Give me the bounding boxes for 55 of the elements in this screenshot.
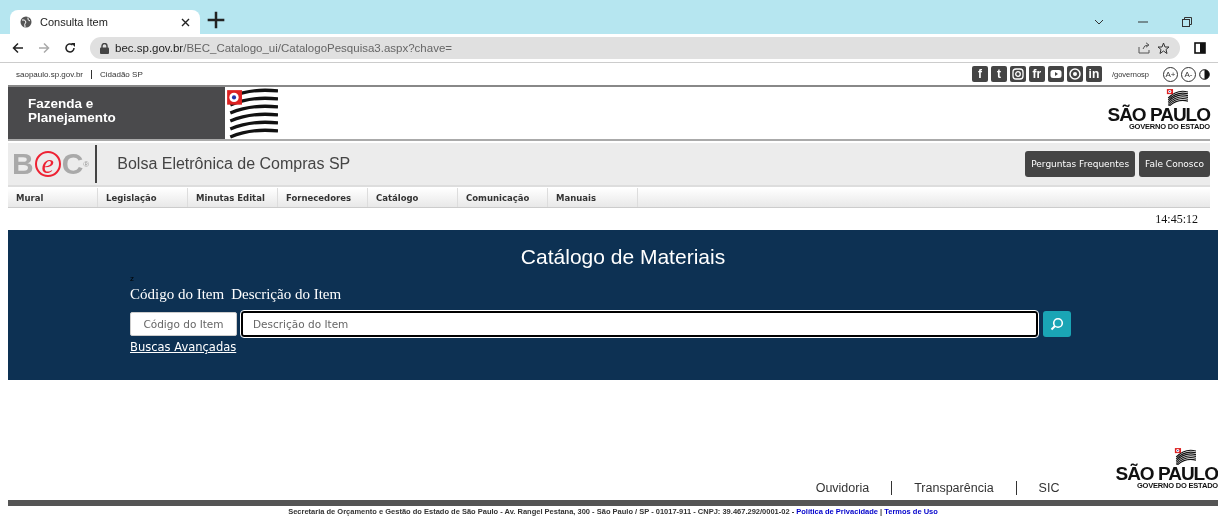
advanced-search-link[interactable]: Buscas Avançadas	[130, 340, 237, 354]
footer-link[interactable]: SIC	[1015, 481, 1082, 495]
header-title: Fazenda e	[28, 97, 95, 111]
menu-item[interactable]: Mural	[8, 188, 98, 207]
star-icon[interactable]	[1157, 41, 1170, 55]
field-label: Descrição do Item	[231, 286, 342, 304]
side-panel-icon[interactable]	[1194, 42, 1206, 54]
reload-icon[interactable]	[64, 42, 76, 54]
panel-title: Catálogo de Materiais	[519, 244, 727, 270]
top-link[interactable]: Cidadão SP	[91, 69, 151, 79]
description-input-field[interactable]: Descrição do Item	[241, 311, 1038, 337]
flag-icon	[1174, 447, 1196, 465]
contrast-icon[interactable]	[1199, 68, 1210, 80]
globe-icon	[20, 16, 32, 28]
instagram-icon[interactable]	[1009, 66, 1026, 82]
field-label: Código do Item	[130, 286, 225, 304]
clock: 14:45:12	[1155, 211, 1198, 227]
menu-item[interactable]: Fornecedores	[278, 188, 368, 207]
social-icon[interactable]: f	[971, 66, 988, 82]
social-icon[interactable]: in	[1085, 66, 1102, 82]
flag-drawing	[225, 87, 278, 139]
header-button[interactable]: Perguntas Frequentes	[1025, 151, 1136, 177]
back-icon[interactable]	[12, 42, 24, 54]
logo-letter: B	[12, 148, 34, 180]
social-icon[interactable]: fr	[1028, 66, 1045, 82]
menu-item[interactable]: Comunicação	[458, 188, 548, 207]
registered-mark: ®	[83, 159, 90, 169]
browser-tab[interactable]: Consulta Item	[10, 10, 200, 34]
site-title: Bolsa Eletrônica de Compras SP	[117, 155, 351, 173]
address-bar[interactable]: bec.sp.gov.br/BEC_Catalogo_ui/CatalogoPesquisa3.aspx?chave=	[90, 37, 1180, 59]
target-icon[interactable]	[1066, 66, 1083, 82]
stray-mark: z	[130, 274, 134, 283]
search-icon	[1050, 317, 1064, 331]
header-title: Planejamento	[28, 111, 117, 125]
logo-letter: e	[34, 151, 61, 177]
chevron-down-icon[interactable]	[1094, 19, 1104, 25]
flag-icon	[1166, 88, 1188, 106]
social-icon[interactable]: t	[990, 66, 1007, 82]
share-icon[interactable]	[1138, 42, 1151, 54]
top-link[interactable]: saopaulo.sp.gov.br	[8, 69, 91, 79]
menu-item[interactable]: Minutas Edital	[188, 188, 278, 207]
restore-icon[interactable]	[1182, 17, 1192, 27]
menu-item[interactable]: Manuais	[548, 188, 638, 207]
logo-letter: C	[61, 148, 84, 180]
new-tab-icon[interactable]	[206, 10, 226, 30]
close-icon[interactable]	[181, 17, 190, 27]
search-button[interactable]	[1043, 311, 1071, 337]
code-input-field[interactable]: Código do Item	[130, 312, 237, 336]
menu-item[interactable]: Legislação	[98, 188, 188, 207]
footer-link[interactable]: Ouvidoria	[793, 481, 892, 495]
play-icon[interactable]	[1047, 66, 1064, 82]
footer-link[interactable]: Transparência	[891, 481, 1016, 495]
lock-icon	[100, 42, 109, 54]
header-button[interactable]: Fale Conosco	[1139, 151, 1210, 177]
menu-item[interactable]: Catálogo	[368, 188, 458, 207]
